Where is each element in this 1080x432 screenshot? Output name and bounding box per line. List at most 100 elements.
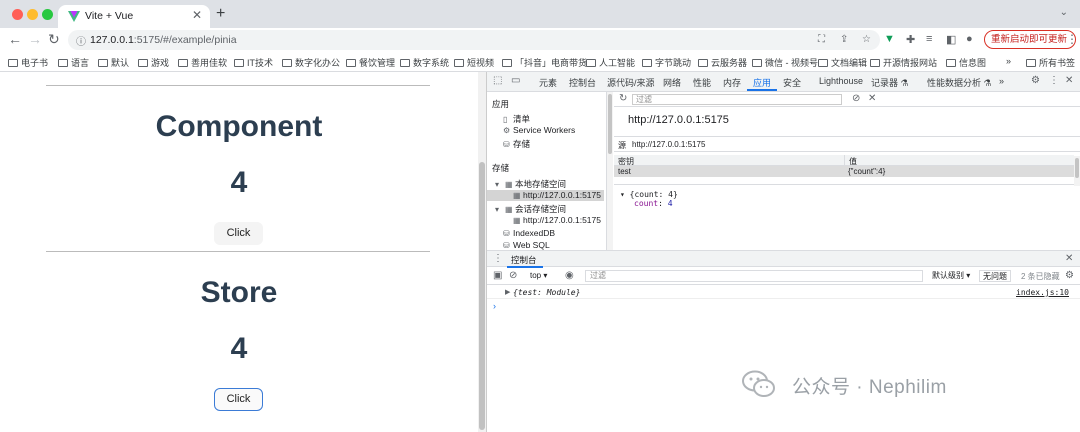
address-bar[interactable]: ⓘ 127.0.0.1:5175/#/example/pinia ⛶ ⇪ ☆ bbox=[68, 30, 880, 50]
bookmark-folder[interactable]: 微信 - 视频号 bbox=[752, 56, 818, 69]
component-click-button[interactable]: Click bbox=[214, 222, 263, 245]
store-click-button[interactable]: Click bbox=[214, 388, 263, 411]
close-devtools-icon[interactable]: ✕ bbox=[1065, 75, 1073, 86]
live-expression-eye-icon[interactable]: ◉ bbox=[565, 270, 574, 281]
expand-arrow-icon[interactable]: ▾ bbox=[495, 180, 505, 189]
bookmark-folder[interactable]: 语言 bbox=[58, 56, 89, 69]
bookmark-folder[interactable]: 文档编辑 bbox=[818, 56, 867, 69]
bookmark-folder[interactable]: 默认 bbox=[98, 56, 129, 69]
settings-gear-icon[interactable]: ⚙ bbox=[1031, 75, 1040, 86]
sidebar-item-websql[interactable]: ⛁ Web SQL bbox=[503, 240, 550, 250]
delete-selected-icon[interactable]: ✕ bbox=[868, 93, 876, 104]
bookmark-folder[interactable]: 云服务器 bbox=[698, 56, 747, 69]
bookmark-folder[interactable]: 数字系统 bbox=[400, 56, 449, 69]
sidebar-item-local-storage[interactable]: ▾ ▦ 本地存储空间 bbox=[495, 178, 566, 190]
tab-close-icon[interactable]: ✕ bbox=[192, 8, 202, 22]
tab-search-chevron-icon[interactable]: ⌄ bbox=[1060, 7, 1068, 18]
tab-network[interactable]: 网络 bbox=[663, 76, 681, 89]
table-scrollbar-thumb[interactable] bbox=[1075, 158, 1079, 178]
column-header-value[interactable]: 值 bbox=[844, 155, 1074, 166]
side-panel-icon[interactable]: ◧ bbox=[946, 33, 956, 46]
sidebar-item-storage[interactable]: ⛁ 存储 bbox=[503, 138, 530, 150]
tab-performance-insights[interactable]: 性能数据分析 ⚗ bbox=[927, 76, 992, 89]
reading-list-icon[interactable]: ≡ bbox=[926, 33, 932, 45]
drawer-menu-icon[interactable]: ⋮ bbox=[493, 253, 503, 264]
close-drawer-icon[interactable]: ✕ bbox=[1065, 253, 1073, 264]
extension-v-icon[interactable]: ▼ bbox=[884, 33, 895, 45]
session-storage-origin[interactable]: ▦ http://127.0.0.1:5175 bbox=[513, 215, 601, 225]
local-storage-origin[interactable]: ▦ http://127.0.0.1:5175 bbox=[513, 190, 601, 200]
sidebar-item-indexeddb[interactable]: ⛁ IndexedDB bbox=[503, 228, 555, 238]
log-level-dropdown[interactable]: 默认级别 ▾ bbox=[929, 270, 973, 282]
browser-menu-icon[interactable]: ⋮ bbox=[1066, 32, 1078, 46]
console-filter-input[interactable]: 过滤 bbox=[585, 270, 923, 282]
bookmark-folder[interactable]: 游戏 bbox=[138, 56, 169, 69]
reload-icon[interactable]: ↻ bbox=[48, 31, 60, 48]
more-tabs-button[interactable]: » bbox=[999, 76, 1004, 86]
tab-elements[interactable]: 元素 bbox=[539, 76, 557, 89]
all-bookmarks-folder[interactable]: 所有书签 bbox=[1026, 56, 1075, 69]
bookmark-folder[interactable]: 信息图 bbox=[946, 56, 986, 69]
bookmark-folder[interactable]: 字节跳动 bbox=[642, 56, 691, 69]
tab-sources[interactable]: 源代码/来源 bbox=[607, 76, 655, 89]
refresh-icon[interactable]: ↻ bbox=[619, 93, 627, 104]
bookmark-folder[interactable]: 数字化办公 bbox=[282, 56, 340, 69]
bookmark-folder[interactable]: 开源情报网站 bbox=[870, 56, 937, 69]
preview-object[interactable]: ▾ {count: 4} bbox=[620, 190, 678, 199]
share-icon[interactable]: ⇪ bbox=[840, 34, 848, 45]
bookmark-folder[interactable]: 「抖音」电商带货 bbox=[502, 56, 587, 69]
column-header-key[interactable]: 密钥 bbox=[614, 155, 844, 166]
bookmark-folder[interactable]: 电子书 bbox=[8, 56, 48, 69]
console-prompt-icon[interactable]: › bbox=[493, 301, 496, 311]
page-scrollbar[interactable] bbox=[478, 72, 486, 432]
table-scrollbar[interactable] bbox=[1074, 156, 1080, 186]
bookmark-folder[interactable]: 短视频 bbox=[454, 56, 494, 69]
tab-recorder[interactable]: 记录器 ⚗ bbox=[871, 76, 909, 89]
tab-lighthouse[interactable]: Lighthouse bbox=[819, 76, 863, 86]
close-window-button[interactable] bbox=[12, 9, 23, 20]
device-toolbar-icon[interactable]: ▭ bbox=[511, 75, 520, 86]
bookmark-folder[interactable]: IT技术 bbox=[234, 56, 273, 69]
context-selector[interactable]: top ▾ bbox=[527, 270, 550, 282]
inspect-element-icon[interactable]: ⬚ bbox=[493, 75, 502, 86]
table-row[interactable]: test {"count":4} bbox=[614, 166, 1074, 177]
expand-arrow-icon[interactable]: ▶ bbox=[505, 288, 510, 296]
bookmark-folder[interactable]: 人工智能 bbox=[586, 56, 635, 69]
sidebar-item-manifest[interactable]: ▯ 清单 bbox=[503, 113, 530, 125]
tab-console[interactable]: 控制台 bbox=[569, 76, 596, 89]
console-drawer-tab[interactable]: 控制台 bbox=[511, 254, 537, 266]
log-source-link[interactable]: index.js:10 bbox=[1016, 288, 1069, 297]
devtools-menu-icon[interactable]: ⋮ bbox=[1049, 75, 1059, 86]
sidebar-scrollbar[interactable] bbox=[607, 92, 613, 250]
storage-filter-input[interactable]: 过滤 bbox=[632, 94, 842, 105]
browser-tab[interactable]: Vite + Vue ✕ bbox=[58, 5, 210, 28]
issues-button[interactable]: 无问题 bbox=[979, 270, 1011, 282]
console-log-entry[interactable]: ▶ {test: Module} index.js:10 bbox=[487, 286, 1080, 299]
more-bookmarks-button[interactable]: » bbox=[1006, 56, 1011, 66]
tab-performance[interactable]: 性能 bbox=[693, 76, 711, 89]
update-button[interactable]: 重新启动即可更新 bbox=[984, 30, 1076, 49]
clear-console-icon[interactable]: ⊘ bbox=[509, 270, 517, 281]
page-scrollbar-thumb[interactable] bbox=[479, 162, 485, 430]
tab-application[interactable]: 应用 bbox=[753, 76, 771, 89]
bookmark-star-icon[interactable]: ☆ bbox=[862, 34, 871, 45]
sidebar-scrollbar-thumb[interactable] bbox=[608, 94, 612, 154]
site-info-icon[interactable]: ⓘ bbox=[76, 33, 86, 48]
console-settings-icon[interactable]: ⚙ bbox=[1065, 270, 1074, 281]
tab-memory[interactable]: 内存 bbox=[723, 76, 741, 89]
clear-all-icon[interactable]: ⊘ bbox=[852, 93, 860, 104]
bookmark-folder[interactable]: 餐饮管理 bbox=[346, 56, 395, 69]
maximize-window-button[interactable] bbox=[42, 9, 53, 20]
forward-icon[interactable]: → bbox=[28, 31, 42, 47]
tab-security[interactable]: 安全 bbox=[783, 76, 801, 89]
profile-avatar-icon[interactable]: ● bbox=[966, 33, 973, 45]
bookmark-folder[interactable]: 善用佳软 bbox=[178, 56, 227, 69]
expand-arrow-icon[interactable]: ▾ bbox=[620, 190, 630, 199]
console-sidebar-icon[interactable]: ▣ bbox=[493, 270, 502, 281]
new-tab-icon[interactable]: + bbox=[216, 5, 225, 23]
sidebar-item-service-workers[interactable]: ⚙ Service Workers bbox=[503, 125, 575, 135]
back-icon[interactable]: ← bbox=[8, 31, 22, 47]
expand-arrow-icon[interactable]: ▾ bbox=[495, 205, 505, 214]
minimize-window-button[interactable] bbox=[27, 9, 38, 20]
translate-icon[interactable]: ⛶ bbox=[818, 34, 825, 45]
